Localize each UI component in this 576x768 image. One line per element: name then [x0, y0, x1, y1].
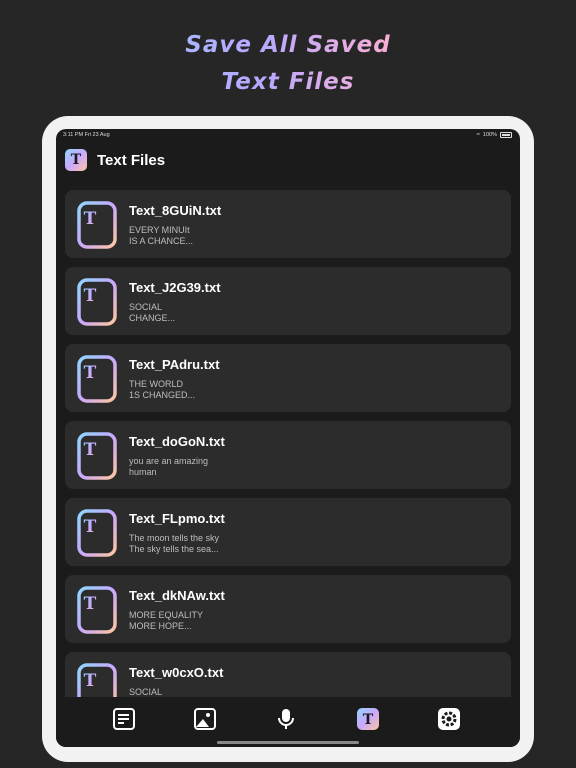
text-file-icon: T	[77, 509, 117, 557]
microphone-icon	[278, 709, 294, 729]
page-title: Text Files	[97, 151, 166, 169]
text-file-icon: T	[77, 586, 117, 634]
text-file-icon: T	[77, 278, 117, 326]
home-indicator	[217, 741, 359, 744]
battery-percent: 100%	[482, 132, 497, 138]
file-name: Text_doGoN.txt	[129, 434, 225, 449]
text-files-icon: T	[357, 708, 379, 730]
file-card[interactable]: T Text_PAdru.txt THE WORLD 1S CHANGED...	[65, 344, 511, 412]
app-screen: 3:11 PM Fri 23 Aug ≈ 100% T Text Files T…	[56, 129, 520, 747]
svg-text:T: T	[84, 594, 97, 614]
tab-images[interactable]	[193, 707, 217, 731]
svg-text:T: T	[84, 440, 97, 460]
notes-icon	[113, 708, 135, 730]
file-card[interactable]: T Text_dkNAw.txt MORE EQUALITY MORE HOPE..…	[65, 575, 511, 643]
text-file-icon: T	[77, 201, 117, 249]
svg-text:T: T	[84, 517, 97, 537]
header: T Text Files	[65, 149, 165, 171]
promo-headline-line1: Save All Saved	[0, 32, 576, 58]
tab-bar: T	[56, 697, 520, 747]
file-preview: MORE EQUALITY MORE HOPE...	[129, 610, 204, 631]
tab-text-files[interactable]: T	[356, 707, 380, 731]
status-time: 3:11 PM Fri 23 Aug	[63, 132, 110, 138]
file-card[interactable]: T Text_8GUiN.txt EVERY MINUIt IS A CHANCE.…	[65, 190, 511, 258]
file-name: Text_J2G39.txt	[129, 280, 221, 295]
file-preview: The moon tells the sky The sky tells the…	[129, 533, 220, 554]
tab-voice[interactable]	[274, 707, 298, 731]
app-logo-icon: T	[65, 149, 87, 171]
wifi-icon: ≈	[476, 132, 480, 138]
file-name: Text_8GUiN.txt	[129, 203, 222, 218]
promo-headline-line2: Text Files	[0, 69, 576, 95]
tab-settings[interactable]	[437, 707, 461, 731]
svg-text:T: T	[363, 712, 374, 728]
file-preview: SOCIAL CHANGE...	[129, 302, 176, 323]
file-name: Text_FLpmo.txt	[129, 511, 225, 526]
svg-text:T: T	[84, 286, 97, 306]
file-card[interactable]: T Text_FLpmo.txt The moon tells the sky Th…	[65, 498, 511, 566]
file-card[interactable]: T Text_doGoN.txtyou are an amazing human	[65, 421, 511, 489]
image-icon	[194, 708, 216, 730]
file-name: Text_dkNAw.txt	[129, 588, 225, 603]
file-name: Text_w0cxO.txt	[129, 665, 224, 680]
file-preview: you are an amazing human	[129, 456, 209, 477]
text-file-icon: T	[77, 432, 117, 480]
tab-notes[interactable]	[112, 707, 136, 731]
file-preview: EVERY MINUIt IS A CHANCE...	[129, 225, 194, 246]
svg-text:T: T	[84, 363, 97, 383]
file-card[interactable]: T Text_J2G39.txt SOCIAL CHANGE...	[65, 267, 511, 335]
svg-text:T: T	[84, 209, 97, 229]
text-file-icon: T	[77, 355, 117, 403]
battery-icon	[500, 132, 512, 138]
svg-text:T: T	[84, 671, 97, 691]
file-name: Text_PAdru.txt	[129, 357, 220, 372]
status-bar: 3:11 PM Fri 23 Aug ≈ 100%	[56, 129, 520, 141]
file-preview: THE WORLD 1S CHANGED...	[129, 379, 196, 400]
gear-icon	[438, 708, 460, 730]
